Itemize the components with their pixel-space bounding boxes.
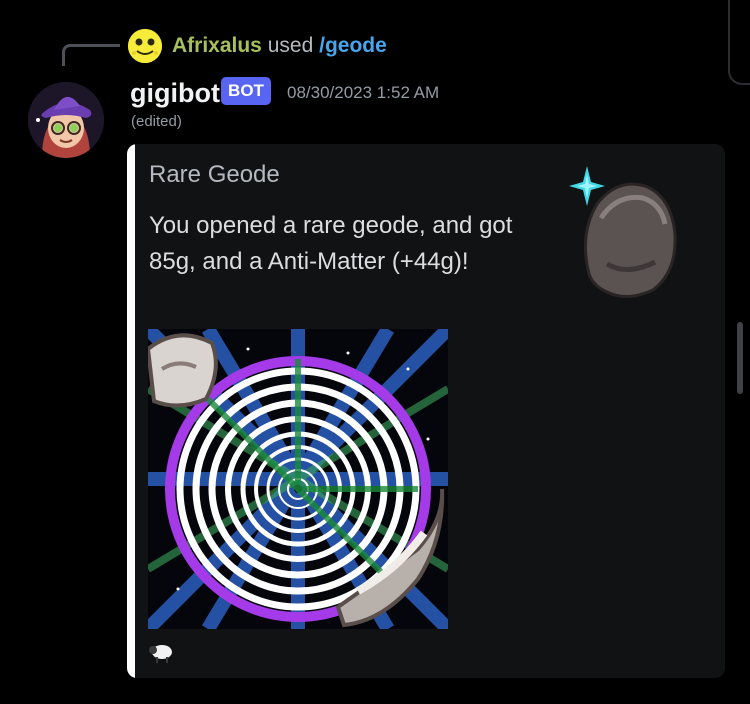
reply-command-link[interactable]: /geode <box>319 34 387 57</box>
edited-label: (edited) <box>131 113 182 130</box>
reply-username[interactable]: Afrixalus <box>172 34 262 57</box>
reply-connector <box>62 44 120 66</box>
embed-description: You opened a rare geode, and got 85g, an… <box>149 212 513 275</box>
reply-verb: used <box>267 34 314 57</box>
message-embed: Rare Geode You opened a rare geode, and … <box>127 144 725 678</box>
frog-avatar-icon <box>128 29 162 63</box>
reply-user-avatar[interactable] <box>128 29 162 63</box>
embed-title: Rare Geode <box>149 161 280 188</box>
author-username[interactable]: gigibot <box>130 76 220 110</box>
sheep-icon <box>148 642 174 664</box>
bot-badge: BOT <box>221 77 271 105</box>
message-timestamp[interactable]: 08/30/2023 1:52 AM <box>287 82 439 104</box>
reply-context: Afrixalus used /geode <box>172 33 387 59</box>
anti-matter-spiral-image[interactable] <box>148 329 448 629</box>
embed-accent-bar <box>127 144 135 678</box>
adjacent-panel-edge <box>728 0 750 85</box>
scrollbar-thumb[interactable] <box>737 322 743 394</box>
witch-girl-avatar-icon <box>28 82 104 158</box>
sparkling-geode-icon[interactable] <box>567 164 687 322</box>
author-avatar[interactable] <box>28 82 104 158</box>
